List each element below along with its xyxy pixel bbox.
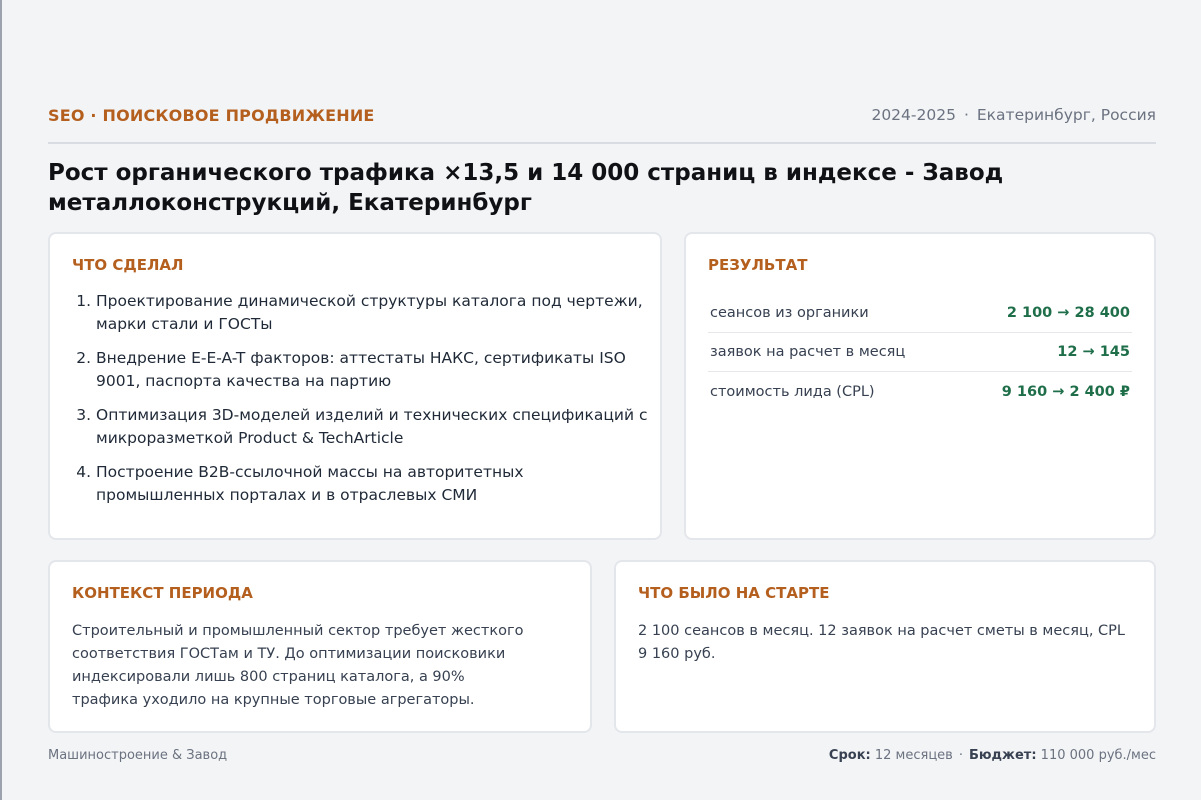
result-heading: РЕЗУЛЬТАТ xyxy=(708,256,808,274)
starting-point-text: 2 100 сеансов в месяц. 12 заявок на расч… xyxy=(638,623,1125,662)
project-years: 2024-2025 xyxy=(871,106,956,124)
result-value: 2 100 → 28 400 xyxy=(1006,305,1130,321)
project-meta: 2024-2025 · Екатеринбург, Россия xyxy=(871,106,1156,124)
result-row: сеансов из органики 2 100 → 28 400 xyxy=(708,294,1132,333)
result-label: заявок на расчет в месяц xyxy=(710,344,906,360)
starting-point-heading: ЧТО БЫЛО НА СТАРТЕ xyxy=(638,584,830,602)
what-was-done-card: ЧТО СДЕЛАЛ Проектирование динамической с… xyxy=(48,232,662,540)
term-value: 12 месяцев xyxy=(874,748,953,763)
what-was-done-heading: ЧТО СДЕЛАЛ xyxy=(72,256,184,274)
steps-list: Проектирование динамической структуры ка… xyxy=(72,290,656,518)
step-item: Оптимизация 3D-моделей изделий и техниче… xyxy=(96,404,656,450)
result-label: сеансов из органики xyxy=(710,305,869,321)
project-terms: Срок: 12 месяцев · Бюджет: 110 000 руб./ме… xyxy=(829,748,1156,763)
period-context-heading: КОНТЕКСТ ПЕРИОДА xyxy=(72,584,253,602)
result-label: стоимость лида (CPL) xyxy=(710,383,875,400)
step-item: Построение B2B-ссылочной массы на автори… xyxy=(96,461,656,507)
result-row: стоимость лида (CPL) 9 160 → 2 400 ₽ xyxy=(708,372,1132,411)
result-value: 9 160 → 2 400 ₽ xyxy=(1001,383,1130,400)
project-location: Екатеринбург, Россия xyxy=(976,106,1156,124)
budget-value: 110 000 руб./мес xyxy=(1040,748,1156,763)
result-table: сеансов из органики 2 100 → 28 400 заяво… xyxy=(708,294,1132,411)
result-value: 12 → 145 xyxy=(1057,344,1130,360)
period-context-text: Строительный и промышленный сектор требу… xyxy=(72,623,524,708)
budget-label: Бюджет: xyxy=(968,748,1037,763)
result-row: заявок на расчет в месяц 12 → 145 xyxy=(708,333,1132,372)
footer-separator: · xyxy=(958,748,963,763)
page-header: SEO · ПОИСКОВОЕ ПРОДВИЖЕНИЕ 2024-2025 · Ек… xyxy=(48,102,1156,144)
starting-point-card: ЧТО БЫЛО НА СТАРТЕ 2 100 сеансов в месяц… xyxy=(614,560,1156,733)
step-item: Внедрение E-E-A-T факторов: аттестаты НА… xyxy=(96,347,656,393)
industry-label: Машиностроение & Завод xyxy=(48,748,228,763)
page-title: Рост органического трафика ×13,5 и 14 00… xyxy=(48,160,1004,216)
meta-separator: · xyxy=(963,106,969,124)
step-item: Проектирование динамической структуры ка… xyxy=(96,290,656,336)
result-card: РЕЗУЛЬТАТ сеансов из органики 2 100 → 28… xyxy=(684,232,1156,540)
period-context-card: КОНТЕКСТ ПЕРИОДА Строительный и промышле… xyxy=(48,560,592,733)
term-label: Срок: xyxy=(828,748,871,763)
service-category: SEO · ПОИСКОВОЕ ПРОДВИЖЕНИЕ xyxy=(48,106,375,125)
page-footer: Машиностроение & Завод Срок: 12 месяцев ·… xyxy=(48,748,1156,768)
